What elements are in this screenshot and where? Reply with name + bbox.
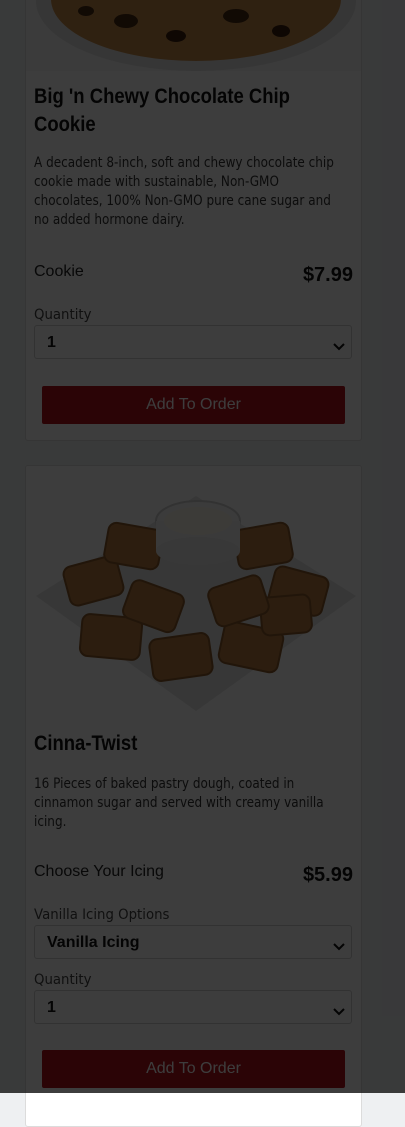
item-description: 16 Pieces of baked pastry dough, coated …	[34, 776, 324, 830]
cinna-twist-photo	[26, 466, 361, 718]
item-title: Big 'n Chewy Chocolate Chip Cookie	[34, 85, 290, 136]
cookie-photo	[26, 0, 361, 71]
quantity-label: Quantity	[34, 972, 92, 988]
menu-item-card-cookie: Big 'n Chewy Chocolate Chip Cookie A dec…	[25, 0, 362, 441]
item-price: $7.99	[302, 264, 353, 286]
option-name: Choose Your Icing	[34, 863, 164, 880]
chevron-down-icon	[333, 937, 345, 956]
icing-select[interactable]: Vanilla Icing	[34, 925, 352, 959]
item-description: A decadent 8-inch, soft and chewy chocol…	[34, 155, 334, 228]
option-name: Cookie	[34, 263, 84, 280]
quantity-select[interactable]: 1	[34, 990, 352, 1024]
add-to-order-button[interactable]: Add To Order	[42, 386, 345, 424]
quantity-value: 1	[47, 334, 56, 351]
menu-item-card-cinna-twist: Cinna-Twist 16 Pieces of baked pastry do…	[25, 465, 362, 1127]
item-price: $5.99	[302, 864, 353, 886]
item-title: Cinna-Twist	[34, 732, 138, 755]
chevron-down-icon	[333, 1002, 345, 1021]
icing-value: Vanilla Icing	[47, 934, 140, 951]
icing-options-label: Vanilla Icing Options	[34, 907, 170, 923]
quantity-value: 1	[47, 999, 56, 1016]
quantity-select[interactable]: 1	[34, 325, 352, 359]
add-to-order-button[interactable]: Add To Order	[42, 1050, 345, 1088]
quantity-label: Quantity	[34, 307, 92, 323]
chevron-down-icon	[333, 337, 345, 356]
